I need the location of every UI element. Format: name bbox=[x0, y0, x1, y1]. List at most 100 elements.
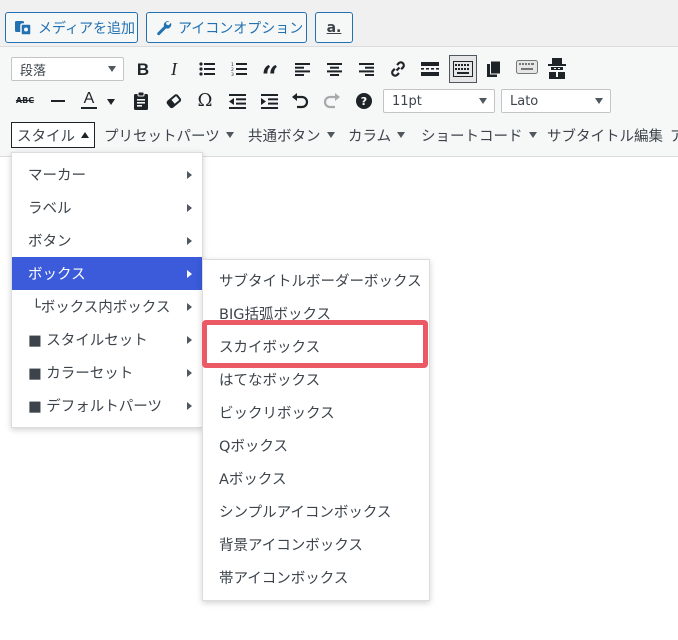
style-menu-item[interactable]: ■ カラーセット bbox=[12, 356, 202, 389]
chevron-down-icon bbox=[397, 132, 406, 138]
box-submenu-item[interactable]: Aボックス bbox=[203, 462, 429, 495]
style-menu-item[interactable]: ボタン bbox=[12, 224, 202, 257]
italic-icon[interactable]: I bbox=[163, 58, 185, 80]
box-submenu-item[interactable]: 背景アイコンボックス bbox=[203, 528, 429, 561]
style-menu-item[interactable]: ■ スタイルセット bbox=[12, 323, 202, 356]
blockquote-icon[interactable]: “ bbox=[259, 60, 281, 93]
font-family-select[interactable]: Lato bbox=[501, 89, 611, 113]
strikethrough-icon[interactable]: ABC bbox=[14, 90, 36, 112]
menubar-style[interactable]: スタイル bbox=[11, 122, 95, 148]
chevron-down-icon bbox=[326, 132, 335, 138]
style-menu-item-label: └ボックス内ボックス bbox=[32, 300, 171, 316]
align-right-icon[interactable] bbox=[355, 58, 377, 80]
indent-icon[interactable] bbox=[258, 90, 280, 112]
box-submenu-item-label: Qボックス bbox=[219, 439, 288, 455]
keyboard-icon[interactable] bbox=[514, 57, 540, 79]
style-menu: マーカー ラベル ボタン ボックス └ボックス内ボックス ■ スタイルセット ■… bbox=[11, 152, 203, 428]
bold-icon[interactable]: B bbox=[132, 58, 154, 80]
text-color-icon[interactable]: A bbox=[78, 89, 100, 111]
bold-glyph: B bbox=[136, 59, 150, 79]
align-center-icon[interactable] bbox=[323, 58, 345, 80]
menubar-overflow-label: ア bbox=[670, 128, 678, 145]
box-submenu-item[interactable]: ビックリボックス bbox=[203, 396, 429, 429]
box-submenu-item[interactable]: シンプルアイコンボックス bbox=[203, 495, 429, 528]
clear-formatting-icon[interactable] bbox=[162, 90, 184, 112]
amazon-button[interactable]: a. bbox=[315, 12, 353, 43]
paste-text-icon[interactable] bbox=[130, 90, 152, 112]
icon-option-button[interactable]: アイコンオプション bbox=[146, 12, 307, 43]
media-buttons-bar: メディアを追加 アイコンオプション a. bbox=[0, 0, 678, 47]
menubar-overflow[interactable]: ア bbox=[670, 122, 678, 148]
text-color-glyph: A bbox=[83, 90, 95, 107]
style-menu-item[interactable]: ラベル bbox=[12, 191, 202, 224]
menubar-column[interactable]: カラム bbox=[348, 122, 406, 148]
chevron-right-icon bbox=[187, 171, 192, 179]
chevron-right-icon bbox=[187, 204, 192, 212]
chevron-right-icon bbox=[187, 369, 192, 377]
menubar-shortcode-label: ショートコード bbox=[421, 128, 523, 145]
chevron-down-icon bbox=[225, 132, 234, 138]
style-menu-item-label: マーカー bbox=[28, 168, 86, 184]
box-submenu-item-label: ビックリボックス bbox=[219, 406, 335, 422]
box-submenu-item-label: はてなボックス bbox=[219, 373, 321, 389]
menubar-shortcode[interactable]: ショートコード bbox=[421, 122, 537, 148]
help-icon[interactable]: ? bbox=[353, 90, 375, 112]
align-left-icon[interactable] bbox=[291, 58, 313, 80]
undo-icon[interactable] bbox=[289, 90, 311, 112]
add-media-button[interactable]: メディアを追加 bbox=[5, 12, 138, 43]
style-menu-item[interactable]: └ボックス内ボックス bbox=[12, 290, 202, 323]
help-glyph: ? bbox=[356, 93, 372, 109]
link-icon[interactable] bbox=[387, 58, 409, 80]
box-submenu-item-label: 帯アイコンボックス bbox=[219, 571, 349, 587]
menubar-subtitle-edit-label: サブタイトル編集 bbox=[547, 128, 663, 145]
box-submenu-item[interactable]: サブタイトルボーダーボックス bbox=[203, 264, 429, 297]
font-size-value: 11pt bbox=[392, 93, 422, 109]
copy-icon[interactable] bbox=[483, 58, 505, 80]
chevron-right-icon bbox=[187, 402, 192, 410]
box-submenu: サブタイトルボーダーボックス BIG括弧ボックス スカイボックス はてなボックス… bbox=[202, 259, 430, 601]
menubar-common-button-label: 共通ボタン bbox=[248, 128, 321, 145]
format-select[interactable]: 段落 bbox=[11, 57, 124, 81]
menubar-style-label: スタイル bbox=[17, 128, 75, 145]
add-media-label: メディアを追加 bbox=[38, 20, 136, 37]
menubar-common-button[interactable]: 共通ボタン bbox=[248, 122, 335, 148]
agent-icon[interactable] bbox=[545, 56, 569, 80]
redo-icon[interactable] bbox=[321, 90, 343, 112]
outdent-icon[interactable] bbox=[226, 90, 248, 112]
horizontal-line-icon[interactable] bbox=[47, 90, 69, 112]
chevron-down-icon bbox=[595, 98, 603, 104]
strike-glyph: ABC bbox=[15, 96, 35, 105]
special-character-icon[interactable]: Ω bbox=[194, 90, 216, 112]
style-menu-item-label: ■ スタイルセット bbox=[28, 333, 148, 349]
chevron-right-icon bbox=[187, 336, 192, 344]
style-menu-item-label: ボックス bbox=[28, 267, 86, 283]
style-menu-item-label: ラベル bbox=[28, 201, 72, 217]
numbered-list-icon[interactable]: 123 bbox=[228, 58, 250, 80]
bullet-list-icon[interactable] bbox=[196, 58, 218, 80]
chevron-right-icon bbox=[187, 237, 192, 245]
menubar-preset-parts[interactable]: プリセットパーツ bbox=[104, 122, 234, 148]
box-submenu-item[interactable]: Qボックス bbox=[203, 429, 429, 462]
menubar-preset-parts-label: プリセットパーツ bbox=[104, 128, 220, 145]
text-color-dropdown-icon[interactable] bbox=[107, 99, 115, 105]
amazon-icon: a. bbox=[326, 19, 342, 36]
box-submenu-item[interactable]: 帯アイコンボックス bbox=[203, 561, 429, 594]
svg-text:3: 3 bbox=[231, 72, 234, 76]
box-submenu-item-label: 背景アイコンボックス bbox=[219, 538, 363, 554]
style-menu-item-label: ■ カラーセット bbox=[28, 366, 134, 382]
omega-glyph: Ω bbox=[197, 90, 213, 111]
box-submenu-item-label: Aボックス bbox=[219, 472, 287, 488]
highlight-box bbox=[202, 320, 428, 368]
chevron-down-icon bbox=[108, 66, 116, 72]
style-menu-item-selected[interactable]: ボックス bbox=[12, 257, 202, 290]
style-menu-item[interactable]: マーカー bbox=[12, 158, 202, 191]
box-submenu-item-label: シンプルアイコンボックス bbox=[219, 505, 392, 521]
read-more-icon[interactable] bbox=[419, 58, 441, 80]
font-size-select[interactable]: 11pt bbox=[383, 89, 495, 113]
style-menu-item[interactable]: ■ デフォルトパーツ bbox=[12, 389, 202, 422]
menubar-subtitle-edit[interactable]: サブタイトル編集 bbox=[547, 122, 663, 148]
chevron-up-icon bbox=[81, 132, 89, 138]
style-menu-item-label: ボタン bbox=[28, 234, 72, 250]
wrench-icon bbox=[157, 21, 172, 36]
toolbar-toggle-icon[interactable] bbox=[449, 55, 477, 83]
